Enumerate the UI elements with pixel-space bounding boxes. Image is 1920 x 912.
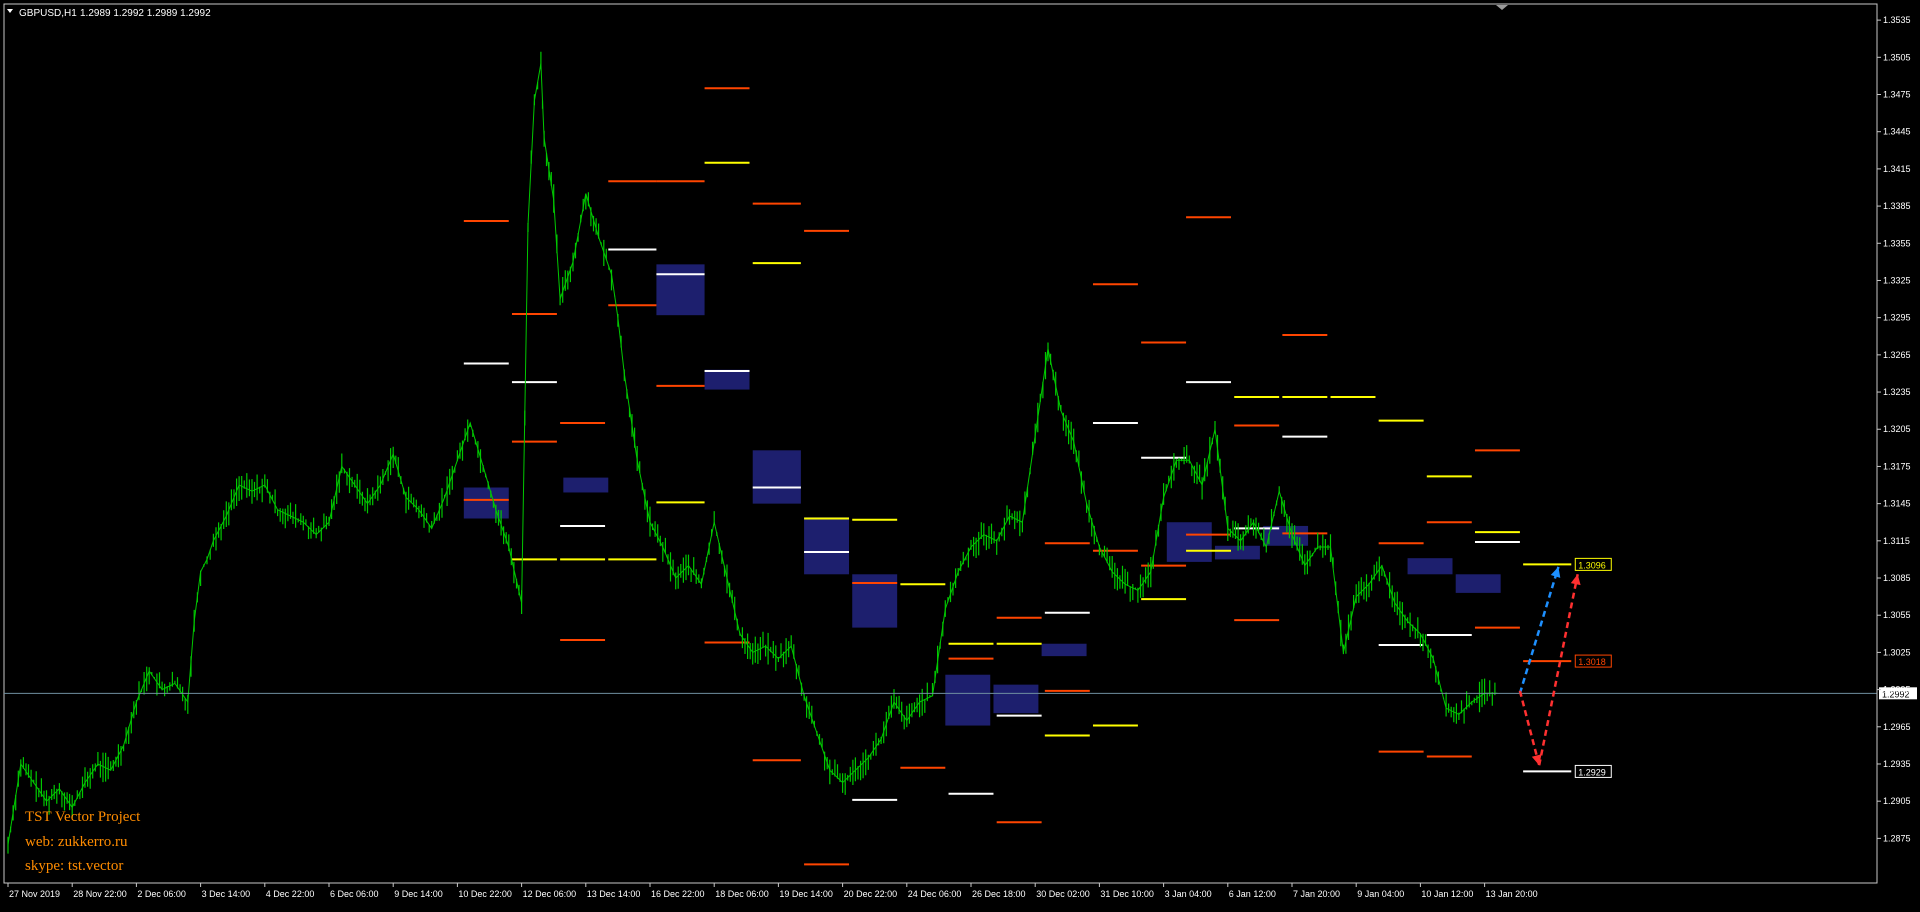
pivot-zone [656,264,705,316]
x-tick-label: 28 Nov 22:00 [73,889,127,899]
x-tick-label: 2 Dec 06:00 [137,889,186,899]
x-tick-label: 9 Dec 14:00 [394,889,443,899]
x-tick-label: 18 Dec 06:00 [715,889,769,899]
x-tick-label: 20 Dec 22:00 [844,889,898,899]
pivot-zone [804,517,850,575]
x-tick-label: 31 Dec 10:00 [1100,889,1154,899]
y-tick-label: 1.3355 [1883,238,1911,248]
watermark-line-1: TST Vector Project [25,809,141,825]
symbol-label: GBPUSD,H1 [19,8,77,19]
price-label: 1.2929 [1578,767,1606,777]
pivot-zone [463,487,509,519]
pivot-zone [993,684,1039,714]
x-tick-label: 26 Dec 18:00 [972,889,1026,899]
x-tick-label: 10 Jan 12:00 [1421,889,1473,899]
pivot-zone [1407,558,1453,575]
x-tick-label: 27 Nov 2019 [9,889,60,899]
watermark-line-3: skype: tst.vector [25,858,123,874]
x-tick-label: 3 Jan 04:00 [1165,889,1212,899]
x-tick-label: 16 Dec 22:00 [651,889,705,899]
x-tick-label: 12 Dec 06:00 [523,889,577,899]
y-tick-label: 1.3025 [1883,647,1911,657]
x-tick-label: 6 Dec 06:00 [330,889,379,899]
y-tick-label: 1.3505 [1883,52,1911,62]
y-tick-label: 1.3115 [1883,536,1910,546]
y-tick-label: 1.3445 [1883,127,1911,137]
y-tick-label: 1.2995 [1883,685,1911,695]
y-tick-label: 1.3265 [1883,350,1911,360]
y-tick-label: 1.3055 [1883,610,1911,620]
y-tick-label: 1.3535 [1883,15,1911,25]
y-tick-label: 1.3205 [1883,424,1911,434]
ohlc-label: 1.2989 1.2992 1.2989 1.2992 [80,8,211,19]
x-tick-label: 30 Dec 02:00 [1036,889,1090,899]
pivot-zone [945,674,991,726]
y-tick-label: 1.2905 [1883,796,1911,806]
y-tick-label: 1.2875 [1883,833,1911,843]
pivot-zone [1214,545,1260,560]
x-tick-label: 9 Jan 04:00 [1357,889,1404,899]
y-axis: 1.3535 1.3505 1.3475 1.3445 1.3415 1.3385 1.33… [1876,4,1911,883]
x-tick-label: 24 Dec 06:00 [908,889,962,899]
y-tick-label: 1.3175 [1883,461,1911,471]
y-tick-label: 1.3235 [1883,387,1911,397]
x-tick-label: 10 Dec 22:00 [458,889,512,899]
y-tick-label: 1.3325 [1883,275,1911,285]
pivot-zone [563,477,609,493]
y-tick-label: 1.3295 [1883,313,1911,323]
chart-header: GBPUSD,H1 1.2989 1.2992 1.2989 1.2992 [7,8,211,19]
x-tick-label: 13 Jan 20:00 [1486,889,1538,899]
pivot-zone [752,450,801,504]
price-label: 1.3096 [1578,560,1606,570]
y-tick-label: 1.2935 [1883,759,1911,769]
x-tick-label: 4 Dec 22:00 [266,889,315,899]
x-tick-label: 3 Dec 14:00 [202,889,251,899]
y-tick-label: 1.2965 [1883,722,1911,732]
x-tick-label: 6 Jan 12:00 [1229,889,1276,899]
x-tick-label: 13 Dec 14:00 [587,889,641,899]
pivot-zone [1166,522,1212,562]
x-tick-label: 7 Jan 20:00 [1293,889,1340,899]
price-label: 1.3018 [1578,657,1606,667]
pivot-zone [1041,643,1087,657]
plot-frame [3,3,1878,884]
watermark-line-2: web: zukkerro.ru [25,834,128,850]
x-axis: 27 Nov 2019 28 Nov 22:00 2 Dec 06:00 3 Dec … [4,882,1877,899]
x-tick-label: 19 Dec 14:00 [779,889,833,899]
pivot-zone [1455,574,1501,593]
y-tick-label: 1.3145 [1883,499,1911,509]
y-tick-label: 1.3385 [1883,201,1911,211]
y-tick-label: 1.3475 [1883,90,1911,100]
y-tick-label: 1.3415 [1883,164,1911,174]
price-chart[interactable]: 1.2992 1.30961.30181.2929 1.35351.35051.… [0,0,1920,907]
pivot-zone [704,369,750,390]
chart-window[interactable]: 1.2992 1.3096 1.3018 1.2929 1.3535 1.3505 1.… [0,0,1920,907]
y-tick-label: 1.3085 [1883,573,1911,583]
